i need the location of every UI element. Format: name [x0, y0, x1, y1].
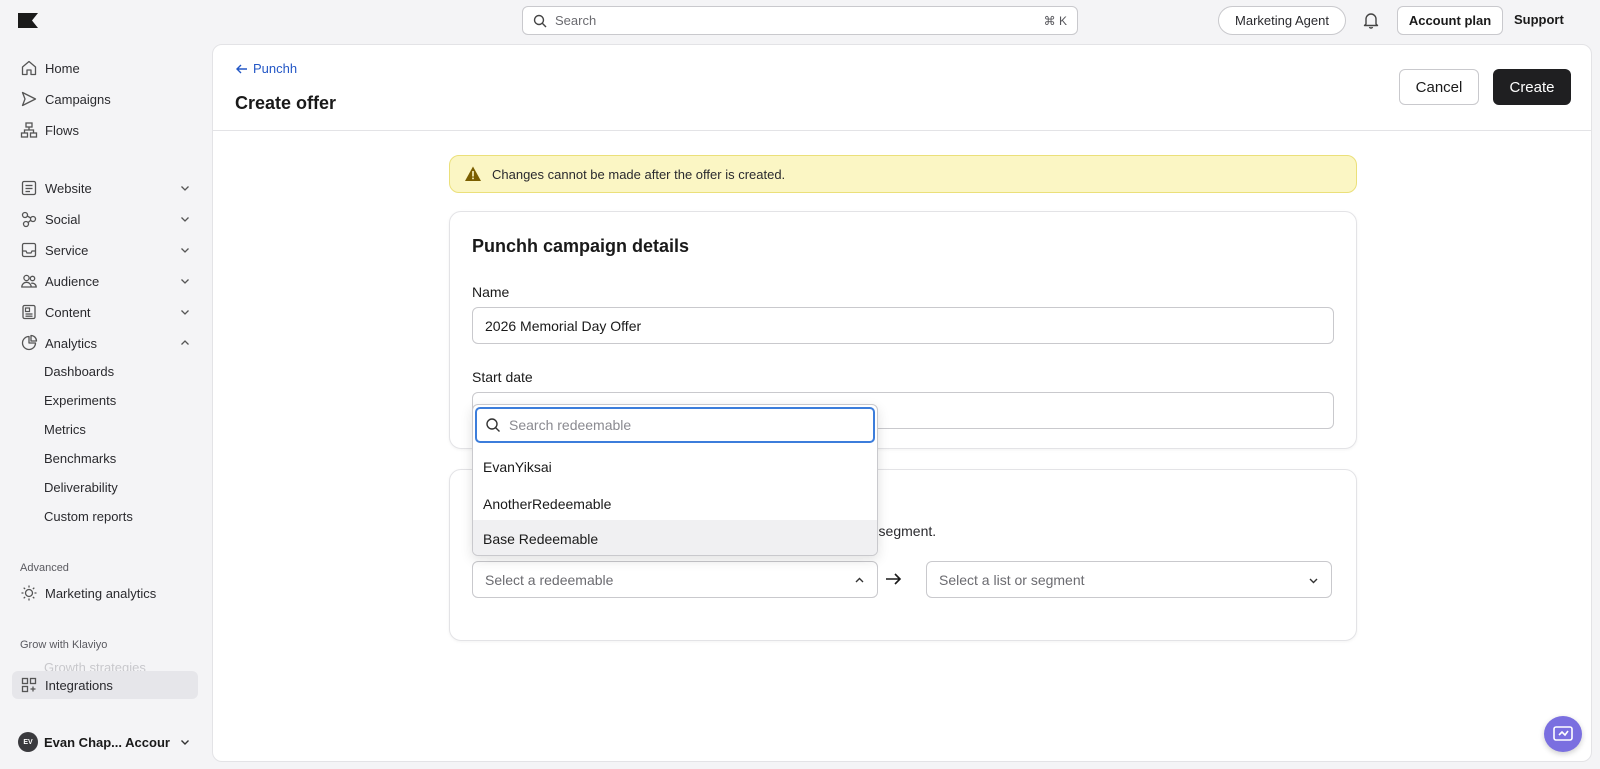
- sidebar-item-campaigns[interactable]: Campaigns: [12, 85, 198, 113]
- list-segment-select[interactable]: Select a list or segment: [926, 561, 1332, 598]
- sidebar-item-analytics[interactable]: Analytics: [12, 329, 198, 357]
- website-icon: [21, 180, 37, 196]
- avatar: EV: [18, 732, 38, 752]
- sidebar-item-label: Content: [45, 304, 91, 320]
- sidebar-subitem-deliverability[interactable]: Deliverability: [44, 480, 118, 495]
- sidebar-item-label: Flows: [45, 122, 79, 138]
- list-segment-placeholder: Select a list or segment: [939, 571, 1085, 588]
- sidebar-subitem-dashboards[interactable]: Dashboards: [44, 364, 114, 379]
- sidebar-item-label: Service: [45, 242, 89, 258]
- social-icon: [21, 211, 37, 228]
- arrow-right-icon: [886, 573, 902, 585]
- marketing-agent-button[interactable]: Marketing Agent: [1218, 6, 1346, 35]
- chevron-down-icon: [181, 248, 189, 253]
- dropdown-option-base-redeemable[interactable]: Base Redeemable: [473, 520, 877, 555]
- sidebar-item-label: Audience: [45, 273, 100, 289]
- account-name: Evan Chap... Accour: [44, 734, 170, 750]
- sidebar-item-flows[interactable]: Flows: [12, 116, 198, 144]
- sidebar-subitem-metrics[interactable]: Metrics: [44, 422, 86, 437]
- inbox-icon: [21, 242, 37, 258]
- sidebar-item-label: Marketing analytics: [45, 585, 157, 601]
- redeemable-select[interactable]: Select a redeemable: [472, 561, 878, 598]
- pie-chart-icon: [21, 334, 38, 351]
- sidebar-item-label: Analytics: [45, 335, 98, 351]
- sidebar-item-marketing-analytics[interactable]: Marketing analytics: [12, 579, 198, 607]
- back-link[interactable]: Punchh: [235, 61, 297, 76]
- dropdown-option-anotherredeemable[interactable]: AnotherRedeemable: [473, 485, 877, 522]
- sidebar-subitem-custom-reports[interactable]: Custom reports: [44, 509, 133, 524]
- klaviyo-logo-icon[interactable]: [18, 13, 38, 28]
- search-icon: [486, 418, 500, 432]
- audience-icon: [21, 274, 37, 288]
- card-title: Punchh campaign details: [472, 236, 690, 256]
- redeemable-select-placeholder: Select a redeemable: [485, 571, 614, 588]
- start-date-label: Start date: [472, 369, 533, 385]
- redeemable-search-box[interactable]: [475, 407, 875, 443]
- dropdown-option-evanyiksai[interactable]: EvanYiksai: [473, 448, 877, 485]
- sidebar-subitem-benchmarks[interactable]: Benchmarks: [44, 451, 116, 466]
- warning-icon: [465, 166, 481, 181]
- sidebar-item-label: Integrations: [45, 677, 113, 693]
- page-header: Punchh Create offer Cancel Create: [213, 45, 1591, 131]
- name-field[interactable]: 2026 Memorial Day Offer: [472, 307, 1334, 344]
- sidebar-item-label: Social: [45, 211, 81, 227]
- warning-text: Changes cannot be made after the offer i…: [492, 166, 786, 182]
- sidebar-subitem-experiments[interactable]: Experiments: [44, 393, 116, 408]
- send-icon: [21, 91, 37, 107]
- content-icon: [22, 304, 36, 320]
- mapping-helper-text: r segment.: [870, 523, 937, 539]
- sidebar-item-label: Campaigns: [45, 91, 111, 107]
- chevron-up-icon: [855, 577, 864, 583]
- chevron-down-icon: [181, 186, 189, 191]
- integrations-icon: [21, 677, 37, 693]
- page-title: Create offer: [235, 93, 337, 113]
- redeemable-dropdown: EvanYiksai AnotherRedeemable Base Redeem…: [472, 404, 878, 556]
- top-bar: Search ⌘ K Marketing Agent Account plan …: [0, 0, 1600, 42]
- search-icon: [533, 14, 547, 27]
- sidebar: Home Campaigns Flows Website Social Serv…: [0, 42, 208, 769]
- section-label-grow: Grow with Klaviyo: [20, 639, 108, 651]
- back-link-label: Punchh: [253, 61, 298, 76]
- chat-icon: [1553, 726, 1573, 741]
- sidebar-item-label: Website: [45, 180, 92, 196]
- sidebar-item-social[interactable]: Social: [12, 205, 198, 233]
- chevron-down-icon: [1309, 578, 1318, 584]
- home-icon: [21, 60, 37, 76]
- flows-icon: [20, 122, 38, 138]
- sidebar-item-website[interactable]: Website: [12, 174, 198, 202]
- chevron-down-icon: [181, 279, 189, 284]
- warning-banner: Changes cannot be made after the offer i…: [449, 155, 1357, 193]
- redeemable-search-input[interactable]: [509, 417, 873, 433]
- arrow-left-icon: [236, 64, 247, 73]
- section-label-advanced: Advanced: [20, 562, 69, 574]
- account-plan-button[interactable]: Account plan: [1397, 6, 1503, 35]
- sidebar-item-integrations[interactable]: Integrations: [12, 671, 198, 699]
- sidebar-item-label: Home: [45, 60, 80, 76]
- search-placeholder: Search: [555, 13, 597, 28]
- cancel-button[interactable]: Cancel: [1399, 69, 1479, 105]
- global-search[interactable]: Search ⌘ K: [522, 6, 1078, 35]
- chevron-down-icon: [181, 310, 189, 315]
- lightbulb-icon: [21, 585, 37, 601]
- support-link[interactable]: Support: [1514, 12, 1564, 27]
- chevron-down-icon: [180, 740, 189, 745]
- search-shortcut: ⌘ K: [1043, 13, 1067, 28]
- chat-assistant-button[interactable]: [1544, 716, 1582, 752]
- chevron-up-icon: [181, 340, 189, 345]
- name-label: Name: [472, 284, 510, 300]
- sidebar-item-audience[interactable]: Audience: [12, 267, 198, 295]
- sidebar-item-service[interactable]: Service: [12, 236, 198, 264]
- notifications-bell-icon[interactable]: [1362, 11, 1380, 29]
- chevron-down-icon: [181, 217, 189, 222]
- sidebar-item-home[interactable]: Home: [12, 54, 198, 82]
- account-switcher[interactable]: EV Evan Chap... Accour: [18, 731, 198, 753]
- main-panel: Punchh Create offer Cancel Create Change…: [212, 44, 1592, 762]
- sidebar-item-content[interactable]: Content: [12, 298, 198, 326]
- create-button[interactable]: Create: [1493, 69, 1571, 105]
